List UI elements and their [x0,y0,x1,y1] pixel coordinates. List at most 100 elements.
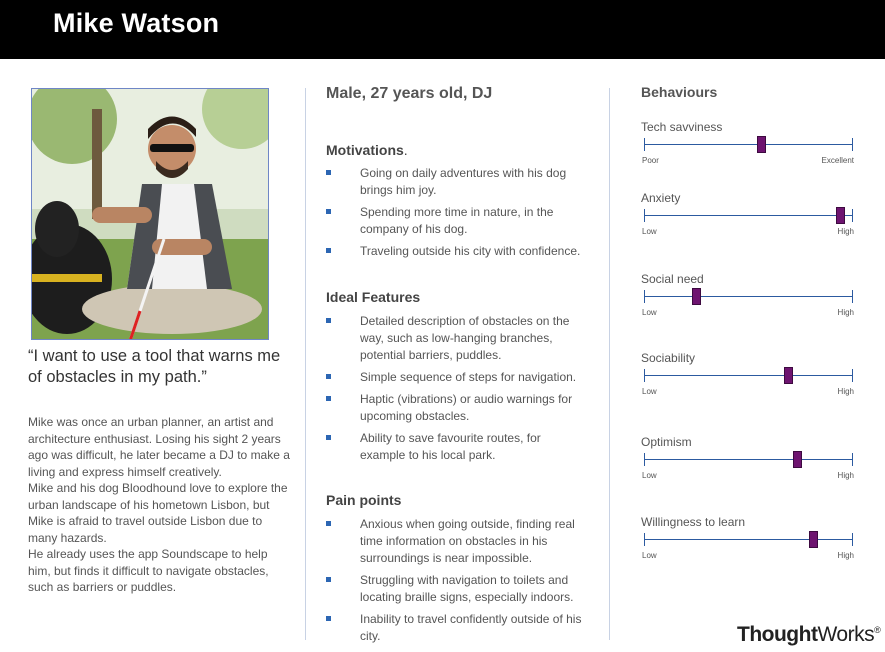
slider-knob [692,288,702,305]
logo-bold-text: Thought [737,623,818,646]
list-item: Struggling with navigation to toilets an… [326,572,588,606]
slider-high-label: High [837,471,854,480]
persona-photo-illustration [32,89,268,339]
slider-low-label: Low [642,227,657,236]
list-item: Traveling outside his city with confiden… [326,243,588,260]
bullet-icon [326,318,331,323]
list-item-text: Traveling outside his city with confiden… [360,244,581,258]
bullet-icon [326,209,331,214]
bullet-icon [326,577,331,582]
list-item-text: Ability to save favourite routes, for ex… [360,431,541,462]
slider-knob [809,531,819,548]
slider-low-label: Low [642,308,657,317]
slider-track [644,215,853,216]
list-item-text: Going on daily adventures with his dog b… [360,166,567,197]
demographics: Male, 27 years old, DJ [326,85,493,102]
slider-high-label: Excellent [821,156,854,165]
slider-high-label: High [837,387,854,396]
list-item-text: Haptic (vibrations) or audio warnings fo… [360,392,573,423]
list-item: Anxious when going outside, finding real… [326,516,588,567]
list-item: Haptic (vibrations) or audio warnings fo… [326,391,588,425]
column-divider-right [609,88,610,640]
slider-low-label: Poor [642,156,659,165]
behaviour-slider-willingness-to-learn: Willingness to learn Low High [641,515,856,560]
logo-text: Works [817,623,875,646]
slider-tick [852,138,853,151]
slider-tick [852,209,853,222]
bio-paragraph: Mike was once an urban planner, an artis… [28,415,290,479]
list-item: Simple sequence of steps for navigation. [326,369,588,386]
slider-track [644,144,853,145]
bullet-icon [326,248,331,253]
slider-label: Optimism [641,435,692,449]
ideal-features-list: Detailed description of obstacles on the… [326,313,588,469]
list-item: Inability to travel confidently outside … [326,611,588,645]
slider-knob [836,207,846,224]
persona-quote: “I want to use a tool that warns me of o… [28,347,281,386]
slider-track [644,539,853,540]
slider-tick [852,290,853,303]
registered-mark: ® [874,625,881,635]
column-divider-left [305,88,306,640]
slider-tick [644,533,645,546]
slider-tick [644,369,645,382]
slider-label: Anxiety [641,191,681,205]
list-item: Detailed description of obstacles on the… [326,313,588,364]
pain-points-title: Pain points [326,492,402,508]
list-item-text: Struggling with navigation to toilets an… [360,573,574,604]
slider-high-label: High [837,551,854,560]
slider-label: Willingness to learn [641,515,746,529]
behaviour-slider-tech-savviness: Tech savviness Poor Excellent [641,120,856,165]
motivations-title-text: Motivations [326,142,404,158]
list-item-text: Inability to travel confidently outside … [360,612,582,643]
behaviour-slider-anxiety: Anxiety Low High [641,191,856,236]
motivations-list: Going on daily adventures with his dog b… [326,165,588,265]
motivations-title: Motivations. [326,142,408,158]
slider-knob [757,136,767,153]
slider-label: Tech savviness [641,120,723,134]
slider-label: Sociability [641,351,696,365]
slider-tick [852,453,853,466]
slider-knob [792,451,802,468]
bio-paragraph: Mike and his dog Bloodhound love to expl… [28,481,288,545]
bullet-icon [326,435,331,440]
bullet-icon [326,521,331,526]
persona-photo [31,88,269,340]
header-bar: Mike Watson [0,0,885,59]
list-item: Going on daily adventures with his dog b… [326,165,588,199]
slider-tick [852,369,853,382]
slider-tick [644,209,645,222]
slider-tick [644,290,645,303]
slider-high-label: High [837,308,854,317]
behaviour-slider-sociability: Sociability Low High [641,351,856,396]
slider-label: Social need [641,272,704,286]
list-item-text: Anxious when going outside, finding real… [360,517,575,565]
bullet-icon [326,396,331,401]
behaviour-slider-optimism: Optimism Low High [641,435,856,480]
list-item: Spending more time in nature, in the com… [326,204,588,238]
slider-low-label: Low [642,551,657,560]
bio-paragraph: He already uses the app Soundscape to he… [28,547,269,594]
list-item-text: Simple sequence of steps for navigation. [360,370,577,384]
bullet-icon [326,616,331,621]
behaviours-title: Behaviours [641,84,718,100]
pain-points-list: Anxious when going outside, finding real… [326,516,588,650]
slider-high-label: High [837,227,854,236]
ideal-features-title: Ideal Features [326,289,421,305]
slider-knob [784,367,794,384]
slider-low-label: Low [642,471,657,480]
persona-bio: Mike was once an urban planner, an artis… [28,414,290,596]
list-item-text: Spending more time in nature, in the com… [360,205,554,236]
slider-track [644,375,853,376]
thoughtworks-logo: ThoughtWorks® [737,623,881,647]
slider-tick [644,453,645,466]
list-item-text: Detailed description of obstacles on the… [360,314,570,362]
list-item: Ability to save favourite routes, for ex… [326,430,588,464]
bullet-icon [326,374,331,379]
persona-name: Mike Watson [53,8,220,38]
bullet-icon [326,170,331,175]
behaviour-slider-social-need: Social need Low High [641,272,856,317]
slider-tick [644,138,645,151]
slider-track [644,459,853,460]
slider-low-label: Low [642,387,657,396]
